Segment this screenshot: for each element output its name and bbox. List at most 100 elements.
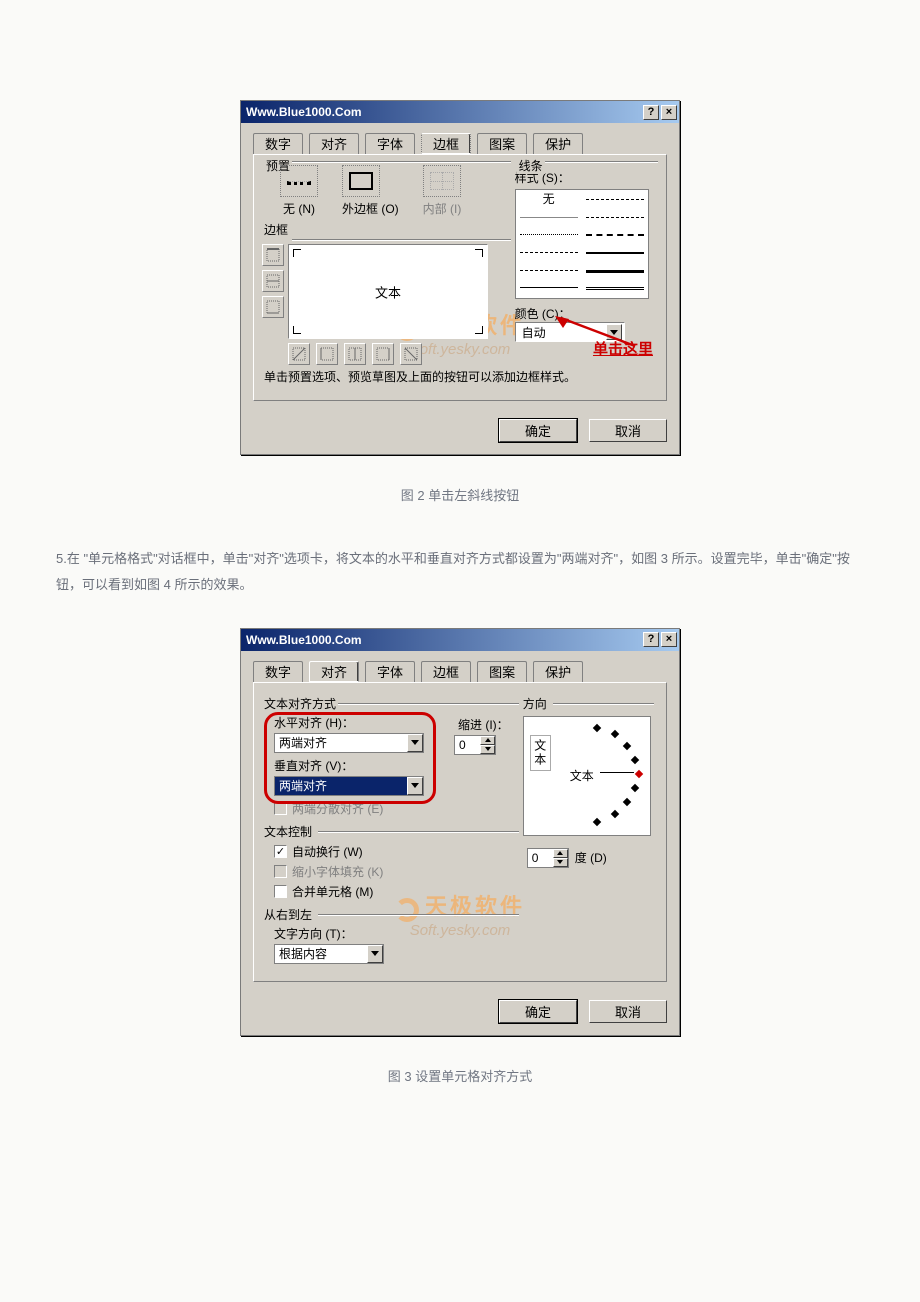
tabs: 数字 对齐 字体 边框 图案 保护 [241,651,679,682]
chevron-down-icon [367,945,383,963]
titlebar-text: Www.Blue1000.Com [246,105,362,119]
tab-align[interactable]: 对齐 [309,661,359,682]
tab-font[interactable]: 字体 [365,133,415,154]
border-top-button[interactable] [262,244,284,266]
text-align-group-label: 文本对齐方式 [264,695,523,712]
text-control-group-label: 文本控制 [264,823,523,840]
chevron-down-icon [407,734,423,752]
spin-down-icon[interactable] [553,858,568,867]
border-middle-v-button[interactable] [344,343,366,365]
titlebar: Www.Blue1000.Com ? × [241,101,679,123]
tab-protect[interactable]: 保护 [533,661,583,682]
v-align-combo[interactable]: 两端对齐 [274,776,424,796]
ok-button[interactable]: 确定 [499,1000,577,1023]
orientation-text: 文本 [570,767,594,784]
line-style-dash2[interactable] [520,265,578,275]
preset-outline-label: 外边框 (O) [342,202,399,216]
close-button[interactable]: × [661,105,677,120]
chevron-down-icon [407,777,423,795]
tab-align[interactable]: 对齐 [309,133,359,154]
merge-cells-checkbox[interactable]: 合并单元格 (M) [274,883,523,900]
line-style-hair[interactable] [520,212,578,222]
v-align-label: 垂直对齐 (V)： [274,757,523,774]
border-left-button[interactable] [316,343,338,365]
line-style-dotted[interactable] [520,229,578,239]
dialog-format-cells-alignment: Www.Blue1000.Com ? × 数字 对齐 字体 边框 图案 保护 天… [240,628,680,1036]
cancel-button[interactable]: 取消 [589,419,667,442]
text-direction-value: 根据内容 [279,945,327,962]
border-bottom-button[interactable] [262,296,284,318]
tab-pattern[interactable]: 图案 [477,133,527,154]
line-style-dashdot2[interactable] [586,212,644,222]
spin-down-icon[interactable] [480,745,495,754]
tabs: 数字 对齐 字体 边框 图案 保护 [241,123,679,154]
titlebar-buttons: ? × [643,632,677,647]
line-style-double[interactable] [586,282,644,292]
tab-panel-border: 天极软件 Soft.yesky.com 预置 无 (N) 外边框 (O) [253,154,667,401]
line-style-dash-thick[interactable] [586,229,644,239]
border-color-value: 自动 [522,324,546,341]
tab-pattern[interactable]: 图案 [477,661,527,682]
line-style-dashed[interactable] [520,247,578,257]
close-button[interactable]: × [661,632,677,647]
wrap-text-checkbox[interactable]: ✓自动换行 (W) [274,843,523,860]
dialog-format-cells-border: Www.Blue1000.Com ? × 数字 对齐 字体 边框 图案 保护 天… [240,100,680,455]
indent-spinner[interactable]: 0 [454,735,496,755]
rtl-group-label: 从右到左 [264,906,523,923]
cancel-button[interactable]: 取消 [589,1000,667,1023]
line-style-thick[interactable] [586,265,644,275]
titlebar-buttons: ? × [643,105,677,120]
color-label: 颜色 (C)： [515,305,658,322]
preset-outline[interactable]: 外边框 (O) [342,165,399,217]
degree-spinner[interactable]: 0 [527,848,569,868]
tab-protect[interactable]: 保护 [533,133,583,154]
border-right-button[interactable] [372,343,394,365]
figure-2-caption: 图 2 单击左斜线按钮 [0,485,920,504]
border-diag-down-button[interactable] [400,343,422,365]
tab-number[interactable]: 数字 [253,133,303,154]
line-style-none[interactable]: 无 [520,194,578,204]
preset-none-label: 无 (N) [283,202,315,216]
h-align-combo[interactable]: 两端对齐 [274,733,424,753]
border-group-label: 边框 [262,221,511,238]
distributed-checkbox: 两端分散对齐 (E) [274,800,523,817]
spin-up-icon[interactable] [553,849,568,858]
shrink-fit-checkbox: 缩小字体填充 (K) [274,863,523,880]
line-style-list[interactable]: 无 [515,189,649,299]
help-button[interactable]: ? [643,105,659,120]
figure-3-caption: 图 3 设置单元格对齐方式 [0,1066,920,1085]
preset-inside-label: 内部 (I) [423,202,462,216]
tab-border[interactable]: 边框 [421,661,471,682]
line-style-medium[interactable] [586,247,644,257]
tab-number[interactable]: 数字 [253,661,303,682]
degree-value: 0 [532,851,539,865]
annotation-text: 单击这里 [593,338,653,359]
orientation-control[interactable]: 文本 文本 [523,716,651,836]
line-group-label: 线条 [517,157,545,174]
orientation-vertical-text[interactable]: 文本 [530,735,551,771]
spin-up-icon[interactable] [480,736,495,745]
ok-button[interactable]: 确定 [499,419,577,442]
tab-panel-alignment: 天极软件 Soft.yesky.com 文本对齐方式 水平对齐 (H)： 两端对… [253,682,667,982]
h-align-value: 两端对齐 [279,734,327,751]
indent-value: 0 [459,738,466,752]
preview-text: 文本 [375,282,401,301]
tab-border[interactable]: 边框 [421,133,471,154]
orientation-group-label: 方向 [523,695,658,712]
titlebar: Www.Blue1000.Com ? × [241,629,679,651]
instruction-paragraph: 5.在 "单元格格式"对话框中，单击"对齐"选项卡，将文本的水平和垂直对齐方式都… [0,546,920,598]
v-align-value: 两端对齐 [279,777,327,794]
line-style-thin[interactable] [520,282,578,292]
text-direction-label: 文字方向 (T)： [274,925,523,942]
border-middle-h-button[interactable] [262,270,284,292]
line-style-dashdot[interactable] [586,194,644,204]
preset-inside[interactable]: 内部 (I) [423,165,462,217]
border-preview[interactable]: 文本 [288,244,488,339]
preset-none[interactable]: 无 (N) [280,165,318,217]
indent-label: 缩进 (I)： [458,716,509,733]
text-direction-combo[interactable]: 根据内容 [274,944,384,964]
tab-font[interactable]: 字体 [365,661,415,682]
border-diag-up-button[interactable] [288,343,310,365]
help-button[interactable]: ? [643,632,659,647]
degree-label: 度 (D) [575,849,607,866]
